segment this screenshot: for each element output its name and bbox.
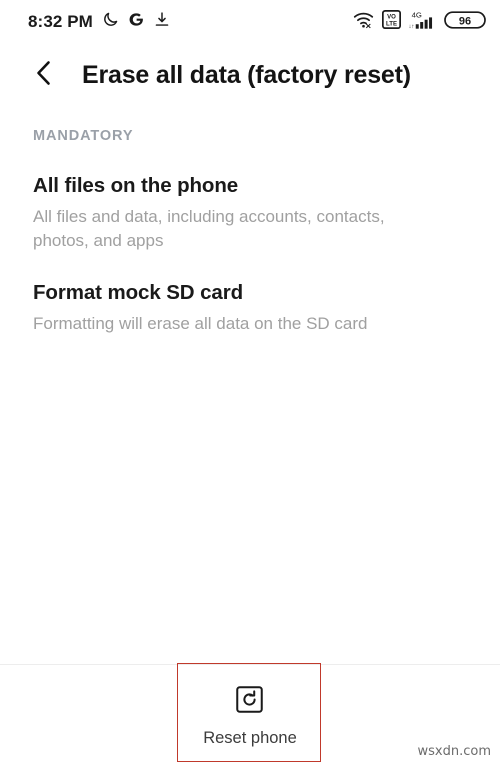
svg-text:LTE: LTE (386, 20, 397, 27)
mandatory-items-list: All files on the phone All files and dat… (0, 144, 500, 336)
download-icon (154, 11, 170, 33)
list-item-subtitle: All files and data, including accounts, … (33, 207, 385, 251)
status-bar-right: VO LTE 4G ↓↑ 96 (353, 9, 486, 36)
dnd-moon-icon (102, 11, 119, 33)
battery-percent-text: 96 (459, 15, 471, 27)
volte-icon: VO LTE (381, 9, 402, 34)
section-label-mandatory: MANDATORY (33, 128, 134, 144)
wifi-icon (353, 11, 374, 34)
svg-text:VO: VO (387, 13, 396, 20)
back-chevron-icon (32, 59, 56, 92)
list-item-all-files[interactable]: All files on the phone All files and dat… (0, 174, 500, 253)
status-bar: 8:32 PM VO LTE 4G ↓↑ 96 (0, 0, 500, 44)
svg-text:↓↑: ↓↑ (409, 24, 415, 30)
reset-phone-button[interactable]: Reset phone (203, 682, 297, 748)
google-g-icon (128, 11, 145, 33)
app-bar: Erase all data (factory reset) (0, 44, 500, 106)
content-area: MANDATORY All files on the phone All fil… (0, 106, 500, 364)
page-title: Erase all data (factory reset) (82, 60, 411, 89)
list-item-title: All files on the phone (33, 174, 239, 197)
watermark: wsxdn.com (417, 744, 492, 759)
cellular-signal-icon: 4G ↓↑ (409, 9, 436, 36)
phone-screen: 8:32 PM VO LTE 4G ↓↑ 96 Erase all data (… (0, 0, 500, 765)
svg-text:4G: 4G (412, 10, 422, 19)
status-clock: 8:32 PM (28, 12, 93, 31)
battery-icon: 96 (444, 9, 486, 36)
reset-phone-icon (236, 686, 264, 718)
list-item-format-sd-card[interactable]: Format mock SD card Formatting will eras… (0, 281, 500, 336)
list-item-subtitle: Formatting will erase all data on the SD… (33, 314, 368, 334)
list-item-title: Format mock SD card (33, 281, 243, 305)
status-bar-left: 8:32 PM (28, 11, 170, 33)
reset-phone-label: Reset phone (203, 729, 297, 747)
back-button[interactable] (18, 49, 70, 101)
